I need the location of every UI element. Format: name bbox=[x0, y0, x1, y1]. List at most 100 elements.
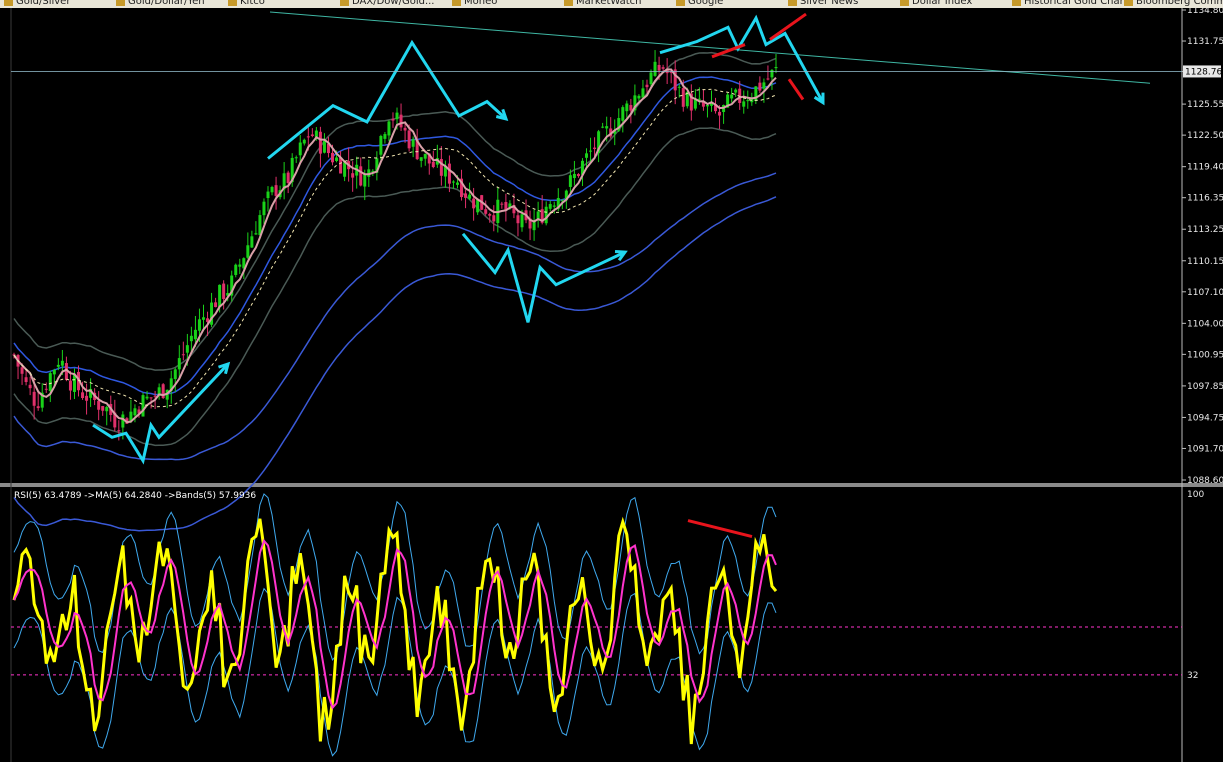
candle-body bbox=[544, 206, 548, 224]
bookmark-item[interactable]: MarketWatch bbox=[564, 0, 642, 7]
candle-body bbox=[423, 153, 427, 159]
candle-body bbox=[294, 157, 298, 159]
price-tick-label: 1104.00 bbox=[1187, 319, 1223, 329]
candle-body bbox=[419, 157, 423, 161]
candle-body bbox=[44, 388, 48, 390]
bookmark-item[interactable]: Gold/Silver bbox=[4, 0, 70, 7]
bookmark-label: DAX/Dow/Gold... bbox=[352, 0, 435, 7]
candle-body bbox=[625, 103, 629, 112]
candle-body bbox=[379, 135, 383, 155]
trading-chart: 1134.80 1131.75 1125.55 1122.50 1119.40 1116.… bbox=[0, 8, 1223, 762]
pane-separator[interactable] bbox=[0, 483, 1223, 487]
candle-body bbox=[246, 245, 250, 258]
candle-body bbox=[145, 396, 149, 399]
candle-body bbox=[758, 82, 762, 91]
bookmark-label: Kitco bbox=[240, 0, 265, 7]
indicator-tick-label: 100 bbox=[1187, 490, 1204, 500]
bookmark-item[interactable]: Dollar Index bbox=[900, 0, 972, 7]
bookmark-item[interactable]: Bloomberg Commodities bbox=[1124, 0, 1223, 7]
bookmark-icon bbox=[676, 0, 685, 6]
candle-body bbox=[149, 397, 153, 399]
bookmark-item[interactable]: Kitco bbox=[228, 0, 265, 7]
bookmark-label: Historical Gold Charts bbox=[1024, 0, 1133, 7]
candle-body bbox=[274, 185, 278, 196]
bookmark-item[interactable]: Gold/Dollar/Yen bbox=[116, 0, 205, 7]
price-tick-label: 1107.10 bbox=[1187, 288, 1223, 298]
candle-body bbox=[20, 367, 24, 374]
candle-body bbox=[629, 105, 633, 111]
bookmark-icon bbox=[1012, 0, 1021, 6]
bookmark-label: Dollar Index bbox=[912, 0, 973, 7]
bookmark-item[interactable]: Historical Gold Charts bbox=[1012, 0, 1133, 7]
candle-body bbox=[552, 205, 556, 207]
price-tick-label: 1088.60 bbox=[1187, 476, 1223, 486]
candle-body bbox=[383, 134, 387, 139]
candle-body bbox=[653, 61, 657, 76]
candle-body bbox=[343, 162, 347, 177]
candle-body bbox=[520, 214, 524, 228]
candle-body bbox=[97, 400, 101, 410]
bookmark-icon bbox=[4, 0, 13, 6]
candle-body bbox=[335, 157, 339, 161]
candle-body bbox=[72, 374, 76, 392]
candle-body bbox=[649, 72, 653, 85]
price-tick-label: 1122.50 bbox=[1187, 131, 1223, 141]
candle-body bbox=[181, 354, 185, 356]
candle-body bbox=[391, 118, 395, 121]
price-tick-label: 1097.85 bbox=[1187, 382, 1223, 392]
candle-body bbox=[363, 173, 367, 187]
candle-body bbox=[81, 392, 85, 399]
candle-body bbox=[322, 140, 326, 153]
candle-body bbox=[56, 364, 60, 367]
price-tick-label: 1094.75 bbox=[1187, 413, 1223, 423]
candle-body bbox=[395, 112, 399, 120]
candle-body bbox=[318, 131, 322, 154]
candle-body bbox=[407, 130, 411, 149]
bookmark-label: Gold/Silver bbox=[16, 0, 71, 7]
bookmark-icon bbox=[452, 0, 461, 6]
bookmark-label: Gold/Dollar/Yen bbox=[128, 0, 205, 7]
price-tick-label: 1091.70 bbox=[1187, 444, 1223, 454]
price-tick-label: 1100.95 bbox=[1187, 350, 1223, 360]
candle-body bbox=[576, 174, 580, 177]
candle-body bbox=[359, 166, 363, 186]
bookmark-label: Bloomberg Commodities bbox=[1136, 0, 1223, 7]
candle-body bbox=[447, 163, 451, 184]
price-tick-label: 1134.80 bbox=[1187, 8, 1223, 16]
candle-body bbox=[302, 139, 306, 144]
price-tick-label: 1125.55 bbox=[1187, 100, 1223, 110]
candle-body bbox=[101, 406, 105, 411]
candle-body bbox=[177, 358, 181, 370]
candle-body bbox=[85, 395, 89, 401]
bookmark-label: Silver News bbox=[800, 0, 859, 7]
bookmark-item[interactable]: Moneo bbox=[452, 0, 497, 7]
candle-body bbox=[387, 121, 391, 136]
candle-body bbox=[306, 136, 310, 138]
candle-body bbox=[677, 86, 681, 88]
bookmark-item[interactable]: DAX/Dow/Gold... bbox=[340, 0, 434, 7]
bookmark-label: Google bbox=[688, 0, 724, 7]
price-tick-label: 1131.75 bbox=[1187, 37, 1223, 47]
bookmark-icon bbox=[1124, 0, 1133, 6]
price-tick-label: 1116.35 bbox=[1187, 194, 1223, 204]
bookmark-item[interactable]: Silver News bbox=[788, 0, 858, 7]
candle-body bbox=[621, 107, 625, 121]
candle-body bbox=[746, 100, 750, 102]
price-tick-label: 1119.40 bbox=[1187, 163, 1223, 173]
bookmark-label: Moneo bbox=[464, 0, 498, 7]
candle-body bbox=[601, 126, 605, 128]
candle-body bbox=[48, 373, 52, 392]
candle-body bbox=[742, 101, 746, 107]
candle-body bbox=[310, 134, 314, 137]
candle-body bbox=[637, 95, 641, 99]
bookmark-icon bbox=[900, 0, 909, 6]
price-tick-label: 1113.25 bbox=[1187, 225, 1223, 235]
bookmark-item[interactable]: Google bbox=[676, 0, 723, 7]
candle-body bbox=[500, 203, 504, 205]
candle-body bbox=[351, 173, 355, 178]
candle-body bbox=[32, 391, 36, 406]
candle-body bbox=[762, 82, 766, 89]
candle-body bbox=[117, 430, 121, 432]
candle-body bbox=[697, 98, 701, 100]
candle-body bbox=[593, 147, 597, 150]
